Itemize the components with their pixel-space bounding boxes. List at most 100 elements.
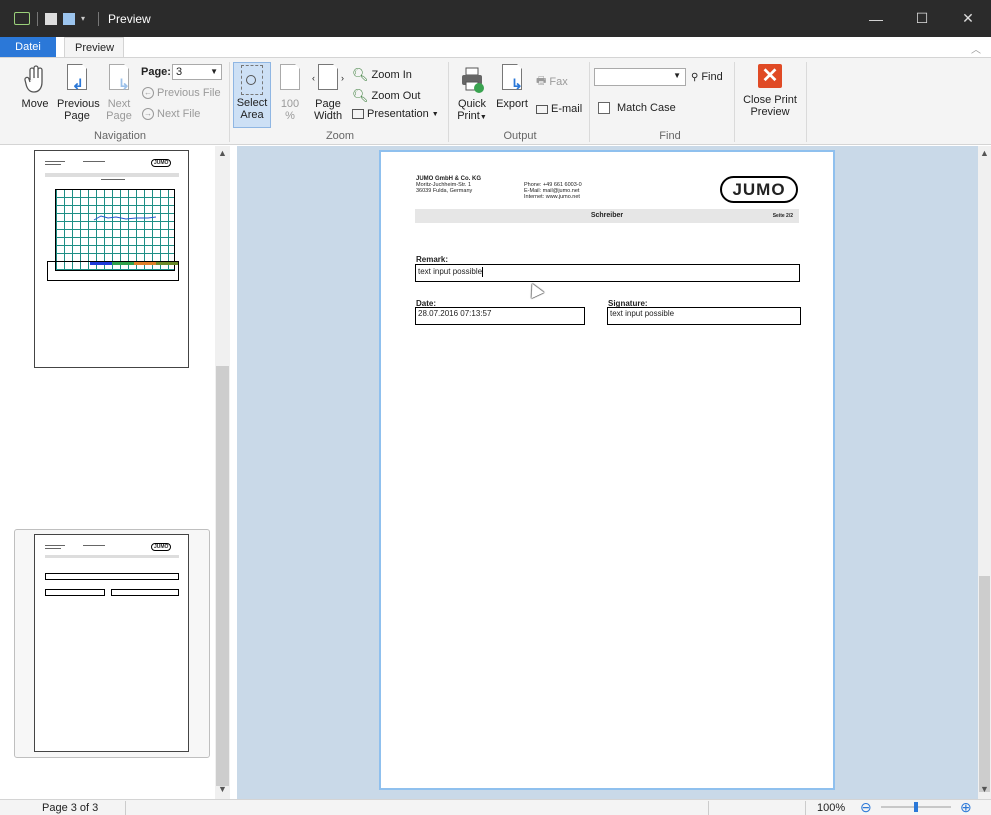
quick-print-button[interactable]: Quick Print▼: [455, 64, 489, 124]
export-label: Export: [496, 98, 528, 110]
quick-print-label-2-row: Print▼: [455, 110, 489, 124]
export-icon: ↳: [499, 63, 525, 94]
find-input[interactable]: ▼: [594, 68, 686, 86]
preview-page: [379, 150, 835, 790]
quick-access-save-icon[interactable]: [45, 12, 57, 25]
remark-value: text input possible: [418, 267, 483, 276]
export-button[interactable]: ↳ Export: [495, 63, 529, 110]
close-window-button[interactable]: ✕: [945, 0, 991, 37]
page-width-label-1: Page: [315, 98, 341, 110]
zoom-out-button[interactable]: 🔍︎ Zoom Out: [352, 88, 420, 104]
scroll-up-icon[interactable]: ▲: [215, 148, 230, 158]
company-contact: Phone: +49 661 6003-0 E-Mail: mail@jumo.…: [524, 182, 582, 200]
title-separator-2: [98, 11, 100, 26]
zoom-out-icon: 🔍︎: [352, 88, 369, 103]
zoom-in-icon[interactable]: ⊕: [960, 799, 972, 815]
signature-value: text input possible: [610, 309, 675, 318]
tab-preview[interactable]: Preview: [64, 37, 124, 58]
next-page-button[interactable]: ↳ Next Page: [103, 63, 135, 122]
group-separator: [806, 62, 807, 142]
signature-field[interactable]: text input possible: [607, 307, 801, 325]
previous-page-button[interactable]: ↲ Previous Page: [57, 63, 100, 122]
fax-icon: 🖶︎: [536, 75, 547, 87]
binoculars-icon: ⚲: [691, 71, 699, 83]
preview-scroll-thumb[interactable]: [979, 576, 990, 792]
zoom-100-icon: [277, 63, 303, 94]
presentation-button[interactable]: Presentation ▼: [352, 108, 439, 120]
match-case-label: Match Case: [617, 102, 676, 114]
find-button-label: Find: [701, 71, 723, 83]
date-value: 28.07.2016 07:13:57: [418, 309, 492, 318]
thumbnail-table: [47, 261, 179, 281]
page-dropdown-icon[interactable]: ▼: [210, 65, 218, 79]
thumbnail-signature-field: [111, 589, 179, 596]
thumbnail-jumo-logo: JUMO: [151, 543, 172, 551]
select-area-button[interactable]: Select Area: [233, 62, 271, 128]
previous-page-label-2: Page: [64, 110, 90, 122]
previous-file-label: Previous File: [157, 87, 221, 99]
scroll-down-icon[interactable]: ▼: [978, 784, 991, 794]
close-print-preview-button[interactable]: ✕ Close Print Preview: [740, 64, 800, 118]
quick-print-dropdown-icon: ▼: [479, 114, 487, 121]
match-case-box[interactable]: [598, 102, 610, 114]
move-button[interactable]: Move: [18, 64, 52, 110]
match-case-checkbox[interactable]: Match Case: [598, 102, 676, 114]
date-field[interactable]: 28.07.2016 07:13:57: [415, 307, 585, 325]
select-area-label-2: Area: [240, 109, 264, 121]
zoom-out-icon[interactable]: ⊖: [860, 799, 872, 815]
find-button[interactable]: ⚲ Find: [691, 71, 723, 83]
title-band: Schreiber Seite 2/2: [415, 209, 799, 223]
thumbnail-scroll-thumb[interactable]: [216, 366, 229, 786]
app-icon: [14, 12, 30, 25]
ribbon-tabs: Datei Preview: [0, 37, 991, 58]
group-separator: [589, 62, 590, 142]
quick-access-dropdown-icon[interactable]: ▾: [81, 14, 85, 23]
thumbnail-scrollbar[interactable]: ▲ ▼: [215, 146, 230, 799]
minimize-button[interactable]: —: [853, 0, 899, 37]
thumbnail-page-3[interactable]: JUMO: [34, 534, 189, 752]
maximize-button[interactable]: ☐: [899, 0, 945, 37]
previous-file-button[interactable]: ← Previous File: [142, 87, 221, 99]
next-page-label-2: Page: [106, 110, 132, 122]
group-separator: [734, 62, 735, 142]
jumo-logo: JUMO: [720, 176, 798, 203]
zoom-slider-knob[interactable]: [914, 802, 918, 812]
close-print-preview-label-2: Preview: [750, 106, 790, 118]
find-dropdown-icon[interactable]: ▼: [673, 71, 681, 80]
document-title: Schreiber: [590, 212, 624, 219]
next-file-icon: →: [142, 108, 154, 120]
thumbnail-pane: JUMO JUMO: [0, 146, 230, 799]
previous-file-icon: ←: [142, 87, 154, 99]
title-bar: ▾ Preview — ☐ ✕: [0, 0, 991, 37]
zoom-100-button[interactable]: 100 %: [276, 63, 304, 122]
scroll-down-icon[interactable]: ▼: [215, 784, 230, 794]
window-title: Preview: [108, 11, 151, 26]
title-separator: [37, 11, 38, 26]
page-width-icon: ‹ ›: [312, 63, 344, 94]
move-label: Move: [21, 98, 49, 110]
next-file-button[interactable]: → Next File: [142, 108, 200, 120]
remark-label: Remark:: [416, 255, 449, 264]
page-number-input[interactable]: 3 ▼: [172, 64, 222, 80]
printer-icon: [459, 64, 485, 94]
preview-scrollbar[interactable]: ▲ ▼: [978, 146, 991, 799]
zoom-in-label: Zoom In: [371, 69, 412, 81]
zoom-in-icon: 🔍︎: [352, 67, 369, 82]
tab-file[interactable]: Datei: [0, 37, 56, 58]
zoom-in-button[interactable]: 🔍︎ Zoom In: [352, 67, 412, 83]
page-info: Page 3 of 3: [42, 802, 99, 814]
quick-access-print-icon[interactable]: [63, 12, 75, 25]
scroll-up-icon[interactable]: ▲: [978, 148, 991, 158]
thumbnail-page-2[interactable]: JUMO: [34, 150, 189, 368]
remark-field[interactable]: text input possible: [415, 264, 800, 282]
fax-button[interactable]: 🖶︎ Fax: [536, 72, 568, 91]
email-button[interactable]: E-mail: [536, 103, 582, 115]
internet-value: www.jumo.net: [545, 194, 580, 200]
group-separator: [229, 62, 230, 142]
next-page-icon: ↳: [106, 63, 132, 94]
page-number-value: 3: [176, 66, 183, 78]
company-address: JUMO GmbH & Co. KG Moritz-Juchheim-Str. …: [416, 176, 481, 194]
page-width-button[interactable]: ‹ › Page Width: [312, 63, 344, 122]
hand-icon: [22, 64, 48, 94]
ribbon-collapse-icon[interactable]: ︿: [971, 41, 981, 56]
